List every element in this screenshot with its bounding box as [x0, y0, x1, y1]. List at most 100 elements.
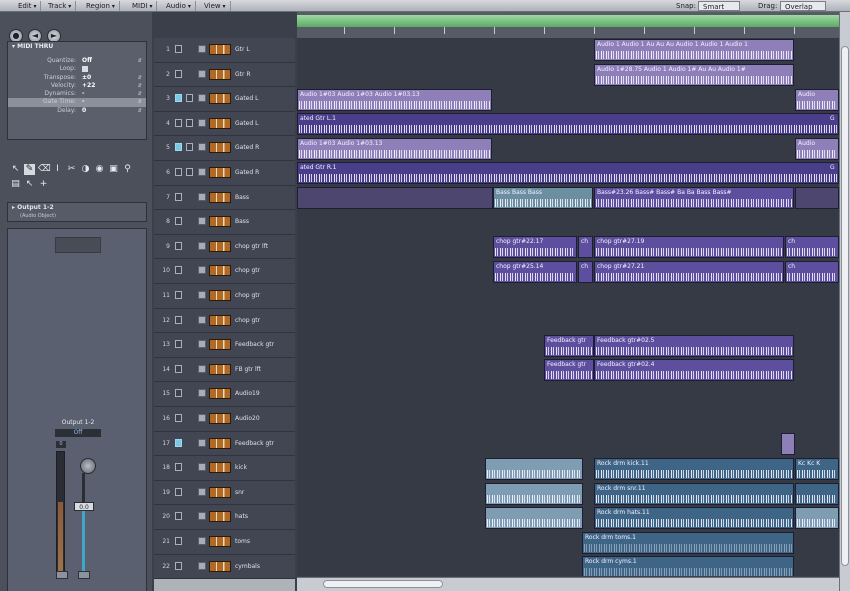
record-enable-button[interactable]	[198, 512, 206, 521]
audio-region[interactable]: Feedback gtr	[544, 335, 594, 357]
audio-region[interactable]: Rock drm cyms.1	[582, 556, 794, 576]
track-header[interactable]: 6 Gated R	[154, 161, 295, 186]
audio-region[interactable]: Bass#23.26 Bass# Bass# Ba Ba Bass Bass#	[594, 187, 794, 209]
record-enable-button[interactable]	[198, 340, 206, 349]
param-gate-time[interactable]: Gate Time: - ⇵	[8, 98, 146, 107]
text-tool-icon[interactable]: I	[52, 164, 63, 175]
audio-region[interactable]: ch	[785, 236, 839, 258]
record-enable-button[interactable]	[198, 487, 206, 496]
record-enable-button[interactable]	[198, 168, 206, 176]
audio-region[interactable]: Rock drm kick.11	[594, 458, 794, 480]
zoom-controls[interactable]	[154, 579, 295, 591]
record-enable-button[interactable]	[198, 94, 206, 103]
mute-tool-icon[interactable]: ▣	[108, 164, 119, 175]
track-header[interactable]: 2 Gtr R	[154, 62, 295, 88]
arrange-area[interactable]: Audio 1 Audio 1 Au Au Au Audio 1 Audio 1…	[297, 38, 839, 576]
track-header[interactable]: 21 toms	[154, 530, 295, 555]
audio-region[interactable]: ch	[785, 261, 839, 283]
folder-region[interactable]	[795, 187, 839, 209]
record-enable-button[interactable]	[198, 291, 206, 299]
audio-region[interactable]: Audio	[795, 89, 839, 111]
record-enable-button[interactable]	[198, 463, 206, 472]
cycle-region[interactable]	[297, 15, 839, 27]
solo-tool-icon[interactable]: ◉	[94, 164, 105, 175]
track-header[interactable]: 14 FB gtr lft	[154, 357, 295, 383]
param-dynamics[interactable]: Dynamics: - ⇵	[8, 90, 146, 98]
menu-audio[interactable]: Audio	[162, 1, 196, 11]
audio-region[interactable]: Audio 1#03 Audio 1#03 Audio 1#03.13	[297, 89, 492, 111]
record-enable-button[interactable]	[198, 414, 206, 422]
track-header[interactable]: 7 Bass	[154, 185, 295, 211]
param-quantize[interactable]: Quantize: Off ⇵	[8, 57, 146, 65]
fade-tool-icon[interactable]: ▤	[10, 179, 21, 190]
track-header[interactable]: 16 Audio20	[154, 407, 295, 432]
insert-slot[interactable]	[55, 237, 101, 253]
track-header[interactable]: 17 Feedback gtr	[154, 431, 295, 457]
automation-mode[interactable]: Off	[55, 429, 101, 437]
audio-region[interactable]: chop gtr#27.21	[594, 261, 784, 283]
audio-region[interactable]: Feedback gtr	[544, 359, 594, 381]
audio-region[interactable]	[485, 507, 583, 529]
vertical-scroll-thumb[interactable]	[841, 46, 849, 566]
record-enable-button[interactable]	[198, 192, 206, 201]
audio-region[interactable]: Audio	[795, 138, 839, 160]
glue-tool-icon[interactable]: ◑	[80, 164, 91, 175]
volume-fader[interactable]: 0.0	[74, 502, 94, 511]
record-enable-button[interactable]	[198, 143, 206, 152]
record-enable-button[interactable]	[198, 241, 206, 250]
audio-region[interactable]: ch	[578, 261, 593, 283]
audio-region[interactable]	[781, 433, 795, 455]
menu-view[interactable]: View	[200, 1, 231, 11]
record-enable-button[interactable]	[198, 561, 206, 570]
audio-region[interactable]: Rock drm hats.11	[594, 507, 794, 529]
audio-region[interactable]	[795, 483, 839, 505]
audio-region[interactable]: Feedback gtr#02.5	[594, 335, 794, 357]
record-enable-button[interactable]	[198, 364, 206, 373]
horizontal-scroll-thumb[interactable]	[323, 580, 443, 588]
audio-region[interactable]: ated Gtr L.1 G	[297, 113, 839, 135]
track-header[interactable]: 10 chop gtr	[154, 259, 295, 284]
track-header[interactable]: 9 chop gtr lft	[154, 234, 295, 260]
audio-region[interactable]: Audio 1 Audio 1 Au Au Au Audio 1 Audio 1…	[594, 39, 794, 61]
record-enable-button[interactable]	[198, 217, 206, 226]
output-title[interactable]: ▸ Output 1-2	[12, 204, 54, 211]
audio-region[interactable]	[485, 458, 583, 480]
param-loop[interactable]: Loop:	[8, 65, 146, 73]
audio-region[interactable]: ated Gtr R.1 G	[297, 162, 839, 184]
track-header[interactable]: 20 hats	[154, 505, 295, 530]
audio-region[interactable]: chop gtr#25.14	[493, 261, 577, 283]
pencil-tool-icon[interactable]: ✎	[24, 164, 35, 175]
audio-region[interactable]: chop gtr#27.19	[594, 236, 784, 258]
record-enable-button[interactable]	[198, 45, 206, 53]
audio-region[interactable]: ch	[578, 236, 593, 258]
track-header[interactable]: 13 Feedback gtr	[154, 333, 295, 358]
menu-track[interactable]: Track	[44, 1, 77, 11]
menu-edit[interactable]: Edit	[14, 1, 42, 11]
automation-tool-icon[interactable]: ↖	[24, 179, 35, 190]
record-enable-button[interactable]	[198, 266, 206, 275]
track-header[interactable]: 11 chop gtr	[154, 284, 295, 309]
audio-region[interactable]	[485, 483, 583, 505]
param-transpose[interactable]: Transpose: ±0 ⇵	[8, 74, 146, 82]
track-header[interactable]: 4 Gated L	[154, 111, 295, 137]
record-enable-button[interactable]	[198, 438, 206, 447]
crosshair-tool-icon[interactable]: +	[38, 179, 49, 190]
track-header[interactable]: 8 Bass	[154, 210, 295, 235]
eraser-tool-icon[interactable]: ⌫	[38, 164, 51, 175]
mute-button[interactable]	[56, 571, 68, 579]
track-header[interactable]: 15 Audio19	[154, 382, 295, 407]
track-header[interactable]: 1 Gtr L	[154, 38, 295, 63]
menu-midi[interactable]: MIDI	[128, 1, 158, 11]
param-velocity[interactable]: Velocity: +22 ⇵	[8, 82, 146, 90]
audio-region[interactable]: Rock drm toms.1	[582, 532, 794, 554]
loop-checkbox[interactable]	[82, 66, 88, 73]
audio-region[interactable]: Audio 1#28.75 Audio 1 Audio 1# Au Au Aud…	[594, 64, 794, 86]
snap-select[interactable]: Smart	[698, 1, 740, 11]
vertical-scrollbar[interactable]	[839, 12, 850, 591]
record-enable-button[interactable]	[198, 69, 206, 78]
audio-region[interactable]: Bass Bass Bass	[493, 187, 593, 209]
audio-region[interactable]: chop gtr#22.17	[493, 236, 577, 258]
track-header[interactable]: 19 snr	[154, 480, 295, 506]
audio-region[interactable]: Feedback gtr#02.4	[594, 359, 794, 381]
track-header[interactable]: 5 Gated R	[154, 136, 295, 161]
